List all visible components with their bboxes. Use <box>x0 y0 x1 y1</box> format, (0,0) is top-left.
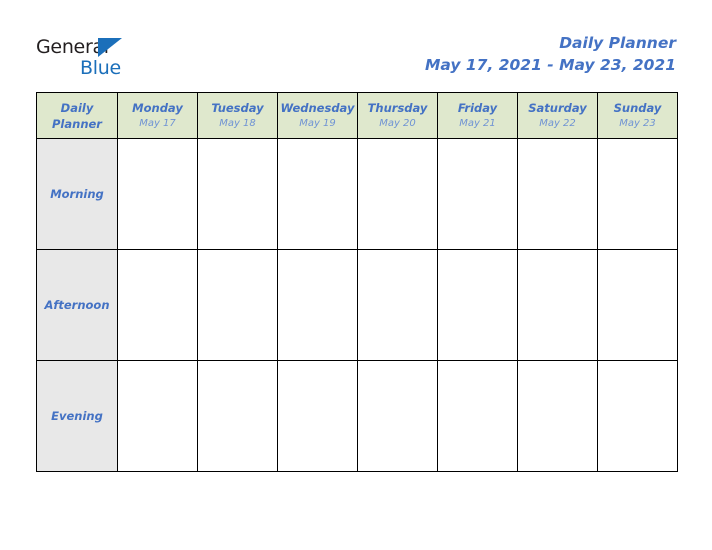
slot-evening-friday[interactable] <box>437 360 518 472</box>
planner-table: Daily Planner Monday May 17 Tuesday May … <box>36 92 678 472</box>
slot-afternoon-thursday[interactable] <box>357 249 438 361</box>
brand-logo: General Blue <box>36 36 216 82</box>
slot-evening-tuesday[interactable] <box>197 360 278 472</box>
slot-morning-monday[interactable] <box>117 138 198 250</box>
slot-morning-thursday[interactable] <box>357 138 438 250</box>
slot-evening-monday[interactable] <box>117 360 198 472</box>
slot-evening-wednesday[interactable] <box>277 360 358 472</box>
day-name: Sunday <box>613 101 662 115</box>
slot-morning-saturday[interactable] <box>517 138 598 250</box>
slot-afternoon-monday[interactable] <box>117 249 198 361</box>
slot-evening-sunday[interactable] <box>597 360 678 472</box>
table-header-row: Daily Planner Monday May 17 Tuesday May … <box>36 92 678 139</box>
day-date: May 18 <box>219 118 256 129</box>
slot-morning-wednesday[interactable] <box>277 138 358 250</box>
period-label-evening: Evening <box>36 360 118 472</box>
day-name: Saturday <box>528 101 587 115</box>
day-date: May 22 <box>539 118 576 129</box>
table-corner-cell: Daily Planner <box>36 92 118 139</box>
day-name: Wednesday <box>280 101 355 115</box>
logo-text-blue: Blue <box>80 57 121 79</box>
day-header-thursday: Thursday May 20 <box>357 92 438 139</box>
slot-morning-friday[interactable] <box>437 138 518 250</box>
period-label-afternoon: Afternoon <box>36 249 118 361</box>
day-name: Tuesday <box>211 101 264 115</box>
slot-morning-tuesday[interactable] <box>197 138 278 250</box>
page-date-range: May 17, 2021 - May 23, 2021 <box>424 56 676 74</box>
day-header-tuesday: Tuesday May 18 <box>197 92 278 139</box>
table-row-afternoon: Afternoon <box>36 249 678 361</box>
logo-triangle-icon <box>98 38 122 57</box>
day-date: May 20 <box>379 118 416 129</box>
corner-label-line2: Planner <box>52 116 102 131</box>
day-date: May 17 <box>139 118 176 129</box>
table-row-evening: Evening <box>36 360 678 472</box>
day-header-saturday: Saturday May 22 <box>517 92 598 139</box>
day-header-sunday: Sunday May 23 <box>597 92 678 139</box>
table-row-morning: Morning <box>36 138 678 250</box>
day-date: May 23 <box>619 118 656 129</box>
day-name: Friday <box>457 101 498 115</box>
slot-afternoon-sunday[interactable] <box>597 249 678 361</box>
slot-morning-sunday[interactable] <box>597 138 678 250</box>
corner-label-line1: Daily <box>60 100 94 115</box>
slot-afternoon-friday[interactable] <box>437 249 518 361</box>
page-title-block: Daily Planner May 17, 2021 - May 23, 202… <box>425 33 676 76</box>
slot-afternoon-saturday[interactable] <box>517 249 598 361</box>
page-title: Daily Planner <box>559 34 676 52</box>
period-label-morning: Morning <box>36 138 118 250</box>
day-date: May 19 <box>299 118 336 129</box>
slot-afternoon-tuesday[interactable] <box>197 249 278 361</box>
slot-evening-thursday[interactable] <box>357 360 438 472</box>
day-header-friday: Friday May 21 <box>437 92 518 139</box>
day-header-monday: Monday May 17 <box>117 92 198 139</box>
day-header-wednesday: Wednesday May 19 <box>277 92 358 139</box>
day-name: Thursday <box>367 101 428 115</box>
day-name: Monday <box>132 101 183 115</box>
slot-afternoon-wednesday[interactable] <box>277 249 358 361</box>
slot-evening-saturday[interactable] <box>517 360 598 472</box>
day-date: May 21 <box>459 118 496 129</box>
